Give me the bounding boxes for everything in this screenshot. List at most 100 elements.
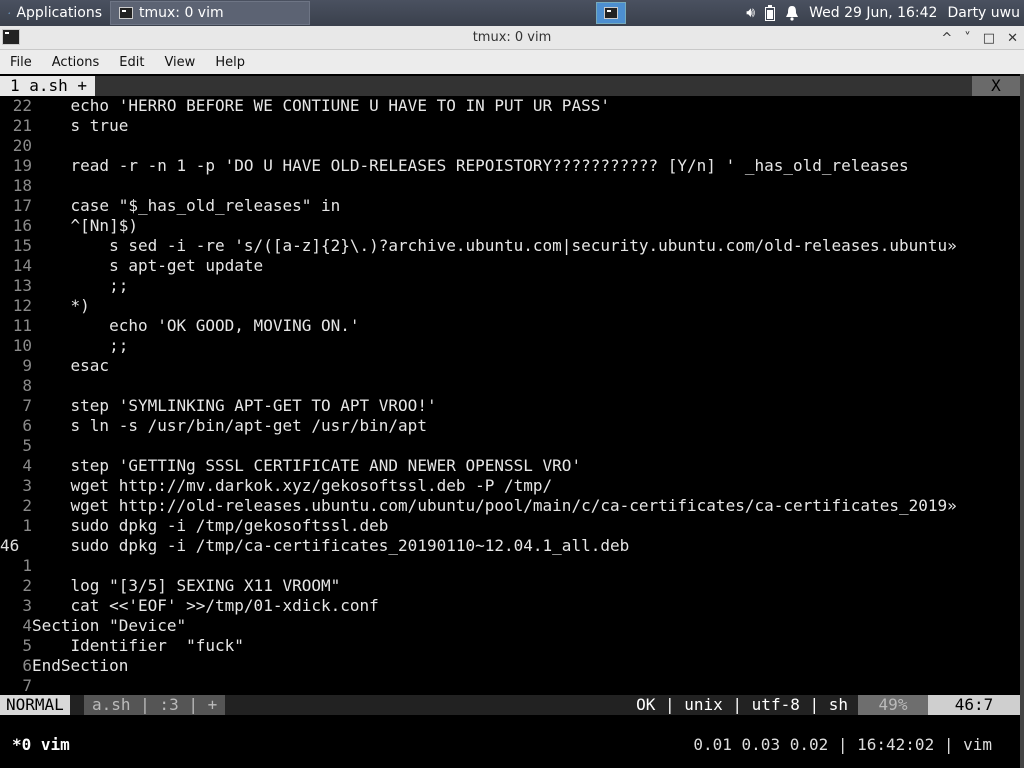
vim-statusline: NORMAL a.sh | :3 | + OK | unix | utf-8 |…: [0, 695, 1020, 715]
line-text: *): [32, 296, 90, 315]
code-line[interactable]: 5: [0, 436, 32, 456]
line-number: 3: [22, 476, 32, 495]
line-text: ^[Nn]$): [32, 216, 138, 235]
vim-tabline: 1 a.sh + X: [0, 76, 1020, 96]
line-number: 14: [12, 256, 32, 275]
menu-edit[interactable]: Edit: [109, 55, 154, 70]
line-number: 16: [12, 216, 32, 235]
code-line[interactable]: 18: [0, 176, 32, 196]
code-line[interactable]: 6EndSection: [0, 656, 128, 676]
code-line[interactable]: 1: [0, 556, 32, 576]
top-panel: Applications tmux: 0 vim 🔊︎ Wed 29 Jun, …: [0, 0, 1024, 26]
line-text: Identifier "fuck": [32, 636, 244, 655]
line-number: 6: [22, 416, 32, 435]
line-number: 2: [22, 576, 32, 595]
code-line[interactable]: 2 wget http://old-releases.ubuntu.com/ub…: [0, 496, 956, 516]
line-number: 46: [0, 536, 20, 555]
vim-tab-close[interactable]: X: [972, 76, 1020, 96]
line-text: sudo dpkg -i /tmp/ca-certificates_201901…: [32, 536, 630, 555]
terminal-area[interactable]: 1 a.sh + X 22 echo 'HERRO BEFORE WE CONT…: [0, 74, 1024, 768]
vim-scroll-percent: 49%: [858, 695, 928, 715]
taskbar-item-tmux[interactable]: tmux: 0 vim: [110, 1, 310, 25]
code-line[interactable]: 17 case "$_has_old_releases" in: [0, 196, 341, 216]
code-line[interactable]: 3 cat <<'EOF' >>/tmp/01-xdick.conf: [0, 596, 379, 616]
volume-icon[interactable]: 🔊︎: [746, 5, 755, 21]
code-line[interactable]: 14 s apt-get update: [0, 256, 263, 276]
vim-tab-active[interactable]: 1 a.sh +: [0, 76, 96, 96]
code-line[interactable]: 13 ;;: [0, 276, 129, 296]
code-line[interactable]: 19 read -r -n 1 -p 'DO U HAVE OLD-RELEAS…: [0, 156, 909, 176]
code-line[interactable]: 4 step 'GETTINg SSSL CERTIFICATE AND NEW…: [0, 456, 581, 476]
workspace-switcher[interactable]: [596, 2, 626, 24]
code-line[interactable]: 4Section "Device": [0, 616, 186, 636]
applications-label: Applications: [16, 5, 102, 21]
line-text: esac: [32, 356, 110, 375]
line-number: 11: [12, 316, 32, 335]
vim-file-segment: a.sh | :3 | +: [84, 695, 226, 715]
notification-bell-icon[interactable]: [785, 5, 799, 21]
code-line[interactable]: 5 Identifier "fuck": [0, 636, 244, 656]
menu-actions[interactable]: Actions: [42, 55, 110, 70]
terminal-icon: [119, 7, 133, 19]
code-line[interactable]: 11 echo 'OK GOOD, MOVING ON.': [0, 316, 360, 336]
code-line[interactable]: 20: [0, 136, 32, 156]
code-line[interactable]: 10 ;;: [0, 336, 129, 356]
line-number: 19: [12, 156, 32, 175]
menu-help[interactable]: Help: [205, 55, 255, 70]
line-text: s ln -s /usr/bin/apt-get /usr/bin/apt: [32, 416, 427, 435]
tmux-status-right: 0.01 0.03 0.02 | 16:42:02 | vim: [693, 735, 992, 754]
line-number: 21: [12, 116, 32, 135]
code-line[interactable]: 15 s sed -i -re 's/([a-z]{2}\.)?archive.…: [0, 236, 957, 256]
code-line[interactable]: 22 echo 'HERRO BEFORE WE CONTIUNE U HAVE…: [0, 96, 610, 116]
line-text: cat <<'EOF' >>/tmp/01-xdick.conf: [32, 596, 379, 615]
maximize-button[interactable]: □: [983, 31, 995, 46]
applications-menu[interactable]: Applications: [0, 1, 110, 25]
vim-mode: NORMAL: [0, 695, 70, 715]
code-line[interactable]: 3 wget http://mv.darkok.xyz/gekosoftssl.…: [0, 476, 552, 496]
line-number: 7: [22, 396, 32, 415]
terminal-icon: [604, 7, 618, 19]
close-button[interactable]: ✕: [1007, 31, 1018, 46]
window-titlebar[interactable]: tmux: 0 vim ^ ˅ □ ✕: [0, 26, 1024, 50]
line-number: 1: [22, 516, 32, 535]
line-text: case "$_has_old_releases" in: [32, 196, 341, 215]
tmux-window-label[interactable]: *0 vim: [12, 734, 70, 756]
line-number: 4: [22, 456, 32, 475]
line-number: 4: [22, 616, 32, 635]
line-number: 8: [22, 376, 32, 395]
code-line[interactable]: 7 step 'SYMLINKING APT-GET TO APT VROO!': [0, 396, 436, 416]
battery-icon[interactable]: [765, 5, 776, 21]
minimize-button[interactable]: ˅: [964, 31, 971, 46]
code-line[interactable]: 7: [0, 676, 32, 696]
terminal-scrollbar[interactable]: [1020, 74, 1024, 768]
line-number: 17: [12, 196, 32, 215]
vim-cursor-position: 46:7: [928, 695, 1020, 715]
user-name[interactable]: Darty uwu: [947, 5, 1020, 21]
line-number: 12: [12, 296, 32, 315]
line-text: s sed -i -re 's/([a-z]{2}\.)?archive.ubu…: [32, 236, 957, 255]
line-number: 5: [22, 436, 32, 455]
menu-view[interactable]: View: [154, 55, 205, 70]
code-line[interactable]: 9 esac: [0, 356, 109, 376]
system-tray: 🔊︎ Wed 29 Jun, 16:42 Darty uwu: [746, 0, 1024, 26]
code-line[interactable]: 1 sudo dpkg -i /tmp/gekosoftssl.deb: [0, 516, 388, 536]
clock[interactable]: Wed 29 Jun, 16:42: [809, 5, 937, 21]
code-line[interactable]: 21 s true: [0, 116, 129, 136]
code-line[interactable]: 12 *): [0, 296, 90, 316]
line-number: 13: [12, 276, 32, 295]
code-line[interactable]: 6 s ln -s /usr/bin/apt-get /usr/bin/apt: [0, 416, 427, 436]
code-line[interactable]: 46 sudo dpkg -i /tmp/ca-certificates_201…: [0, 536, 629, 556]
vim-file-info: OK | unix | utf-8 | sh: [636, 695, 848, 714]
code-line[interactable]: 8: [0, 376, 32, 396]
xfce-logo-icon: [8, 12, 11, 14]
line-number: 3: [22, 596, 32, 615]
line-number: 22: [12, 96, 32, 115]
menu-file[interactable]: File: [0, 55, 42, 70]
line-number: 6: [22, 656, 32, 675]
code-line[interactable]: 16 ^[Nn]$): [0, 216, 138, 236]
line-text: s apt-get update: [32, 256, 264, 275]
line-number: 20: [12, 136, 32, 155]
shade-button[interactable]: ^: [941, 31, 952, 46]
code-line[interactable]: 2 log "[3/5] SEXING X11 VROOM": [0, 576, 340, 596]
line-number: 10: [12, 336, 32, 355]
